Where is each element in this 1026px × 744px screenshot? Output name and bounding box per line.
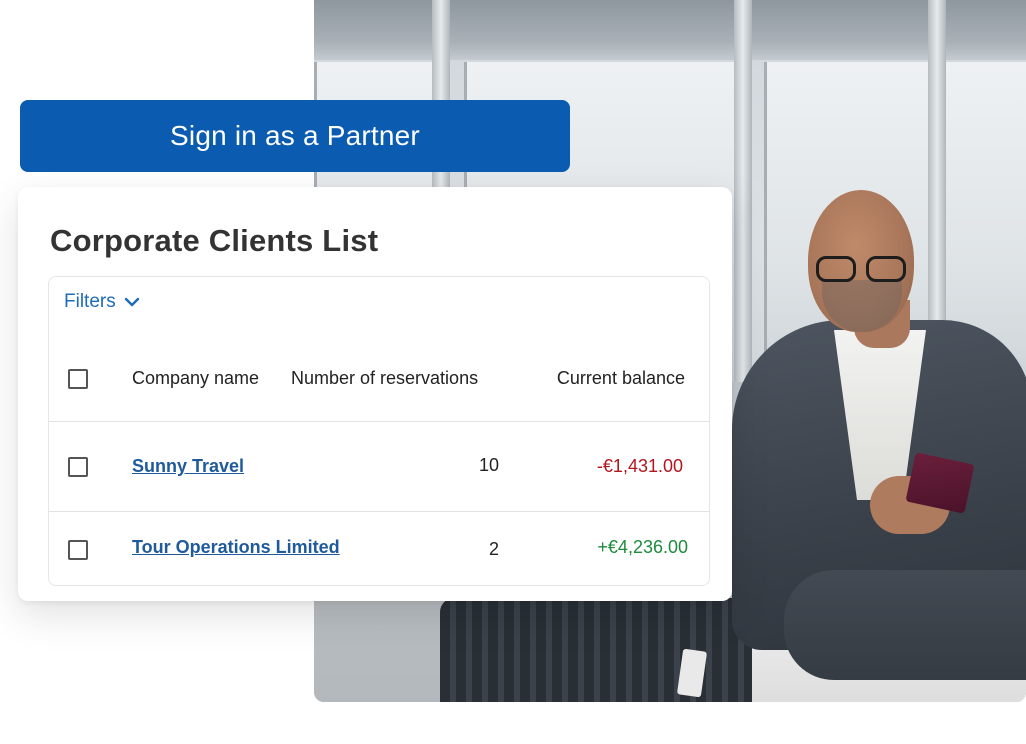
photo-person-glasses — [812, 256, 912, 284]
corporate-clients-card: Corporate Clients List Filters Company n… — [18, 187, 732, 601]
table-header-row: Company name Number of reservations Curr… — [49, 337, 709, 422]
sign-in-partner-button[interactable]: Sign in as a Partner — [20, 100, 570, 172]
photo-suitcase — [440, 598, 752, 702]
clients-table: Filters Company name Number of reservati… — [48, 276, 710, 586]
photo-ceiling — [314, 0, 1026, 60]
current-balance: +€4,236.00 — [597, 537, 688, 557]
select-all-checkbox[interactable] — [68, 369, 88, 389]
chevron-down-icon — [124, 297, 139, 307]
company-link[interactable]: Tour Operations Limited — [132, 537, 340, 558]
reservations-count: 10 — [478, 455, 499, 475]
page: Sign in as a Partner Corporate Clients L… — [0, 0, 1026, 744]
photo-person-leg — [784, 570, 1026, 680]
column-header-reservations: Number of reservations — [291, 368, 479, 388]
card-title: Corporate Clients List — [50, 223, 379, 258]
column-header-balance: Current balance — [556, 368, 685, 388]
table-row: Tour Operations Limited 2 +€4,236.00 — [49, 512, 709, 585]
filters-toggle[interactable]: Filters — [64, 291, 140, 313]
row-checkbox[interactable] — [68, 457, 88, 477]
reservations-count: 2 — [488, 539, 499, 559]
table-row: Sunny Travel 10 -€1,431.00 — [49, 422, 709, 512]
column-header-company: Company name — [132, 368, 260, 388]
company-link[interactable]: Sunny Travel — [132, 456, 244, 477]
current-balance: -€1,431.00 — [596, 456, 683, 476]
filters-label: Filters — [64, 291, 116, 312]
row-checkbox[interactable] — [68, 540, 88, 560]
